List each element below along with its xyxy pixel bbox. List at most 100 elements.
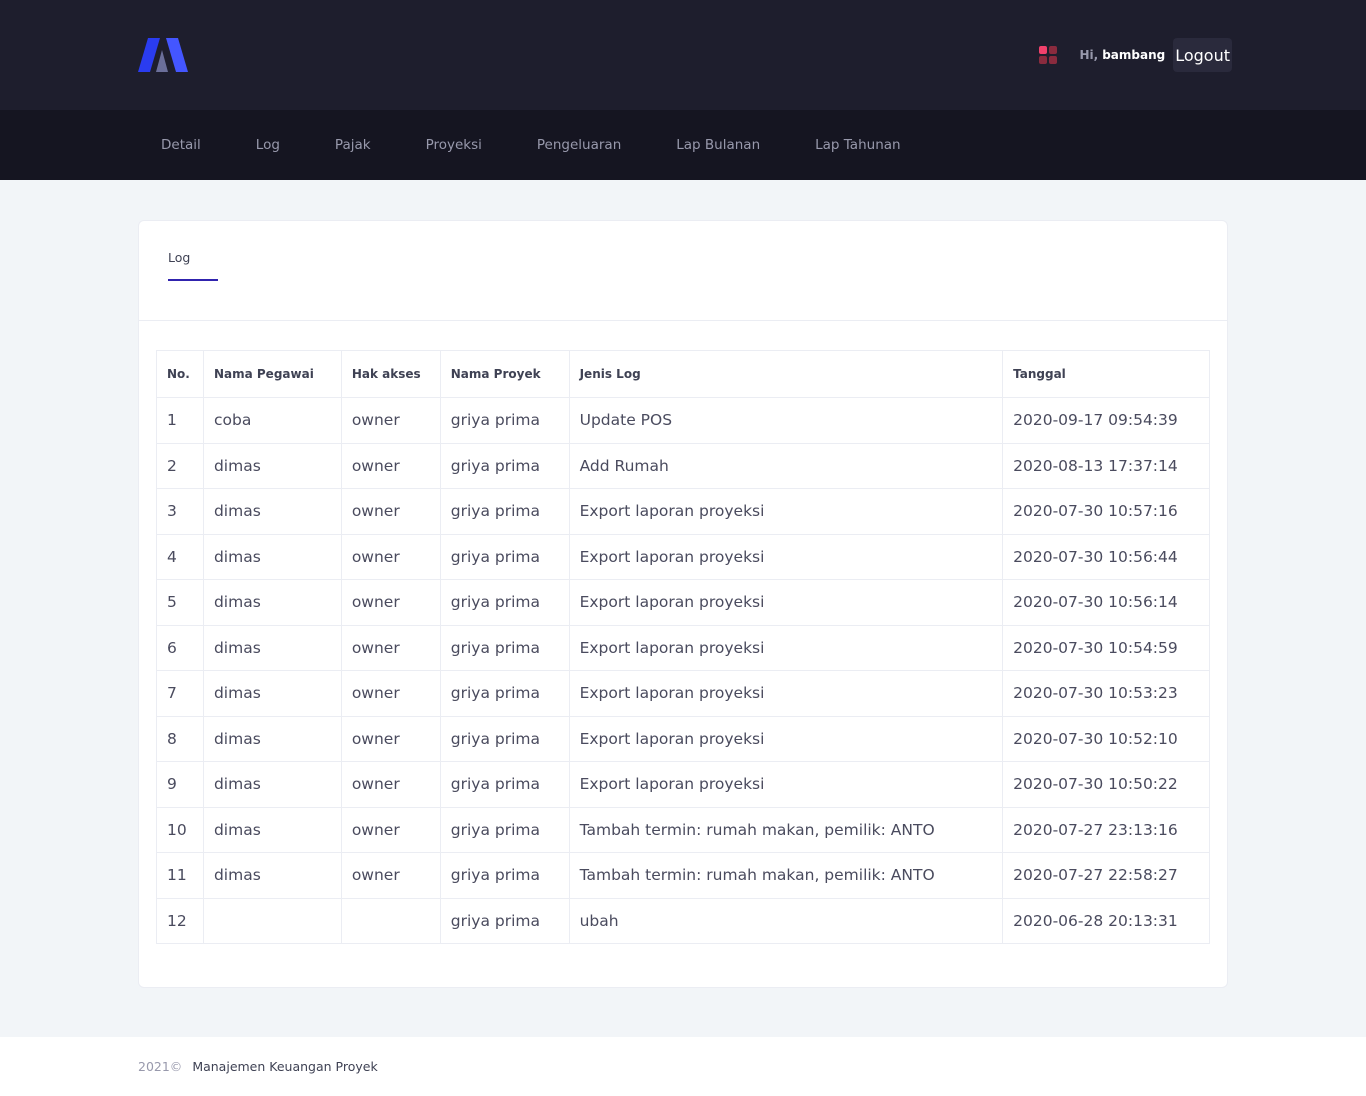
main-nav: Detail Log Pajak Proyeksi Pengeluaran La… [0,110,1366,180]
cell-hak-akses: owner [340,715,441,762]
table-header-row: No. Nama Pegawai Hak akses Nama Proyek J… [156,350,1210,398]
apps-grid-cell [1039,56,1048,64]
cell-nama-pegawai [202,897,342,944]
username-text: bambang [1102,48,1166,62]
cell-jenis-log: Add Rumah [568,442,1004,489]
nav-item-lap-tahunan[interactable]: Lap Tahunan [792,137,923,153]
log-table: No. Nama Pegawai Hak akses Nama Proyek J… [156,350,1210,944]
cell-no: 10 [156,806,204,853]
cell-hak-akses: owner [340,442,441,489]
cell-no: 1 [156,397,204,444]
cell-nama-pegawai: dimas [202,579,342,626]
cell-nama-proyek: griya prima [439,579,570,626]
table-row: 2 dimas owner griya prima Add Rumah 2020-08-1… [156,442,1210,489]
cell-tanggal: 2020-07-30 10:52:10 [1002,715,1210,762]
cell-nama-proyek: griya prima [439,806,570,853]
logo-icon[interactable] [138,38,188,72]
cell-jenis-log: Tambah termin: rumah makan, pemilik: ANT… [568,852,1004,899]
cell-nama-pegawai: coba [202,397,342,444]
cell-jenis-log: Export laporan proyeksi [568,488,1004,535]
greeting-text: Hi, [1079,48,1099,62]
cell-hak-akses: owner [340,806,441,853]
cell-nama-pegawai: dimas [202,715,342,762]
apps-grid-cell [1049,56,1058,64]
cell-jenis-log: Export laporan proyeksi [568,624,1004,671]
nav-item-detail[interactable]: Detail [138,137,224,153]
cell-jenis-log: ubah [568,897,1004,944]
top-header: Hi, bambang Logout [0,0,1366,110]
table-row: 10 dimas owner griya prima Tambah termin: ru… [156,806,1210,853]
cell-nama-proyek: griya prima [439,533,570,580]
table-row: 3 dimas owner griya prima Export laporan pro… [156,488,1210,535]
cell-hak-akses: owner [340,397,441,444]
cell-hak-akses: owner [340,761,441,808]
cell-tanggal: 2020-07-30 10:57:16 [1002,488,1210,535]
cell-jenis-log: Export laporan proyeksi [568,579,1004,626]
nav-item-pengeluaran[interactable]: Pengeluaran [514,137,644,153]
cell-tanggal: 2020-07-30 10:56:44 [1002,533,1210,580]
cell-nama-proyek: griya prima [439,624,570,671]
cell-no: 4 [156,533,204,580]
cell-jenis-log: Export laporan proyeksi [568,761,1004,808]
table-row: 5 dimas owner griya prima Export laporan pro… [156,579,1210,626]
cell-hak-akses: owner [340,670,441,717]
cell-nama-proyek: griya prima [439,761,570,808]
table-row: 12 griya prima ubah 2020-06-28 20:13:31 [156,897,1210,944]
cell-jenis-log: Tambah termin: rumah makan, pemilik: ANT… [568,806,1004,853]
cell-no: 8 [156,715,204,762]
logout-button[interactable]: Logout [1173,38,1232,72]
footer-year: 2021© [138,1059,183,1074]
card-header: Log [139,221,1227,321]
cell-no: 5 [156,579,204,626]
apps-grid-icon[interactable] [1039,46,1058,64]
cell-hak-akses: owner [340,488,441,535]
table-row: 1 coba owner griya prima Update POS 2020-09-1… [156,397,1210,444]
apps-grid-cell [1039,46,1048,54]
cell-nama-proyek: griya prima [439,715,570,762]
cell-nama-pegawai: dimas [202,488,342,535]
cell-tanggal: 2020-07-30 10:54:59 [1002,624,1210,671]
table-row: 9 dimas owner griya prima Export laporan pro… [156,761,1210,808]
cell-hak-akses [340,897,441,944]
cell-hak-akses: owner [340,533,441,580]
cell-nama-proyek: griya prima [439,488,570,535]
nav-item-lap-bulanan[interactable]: Lap Bulanan [653,137,783,153]
cell-nama-pegawai: dimas [202,442,342,489]
table-row: 11 dimas owner griya prima Tambah termin: ru… [156,852,1210,899]
nav-item-proyeksi[interactable]: Proyeksi [403,137,505,153]
column-header-hak-akses: Hak akses [340,350,441,398]
cell-tanggal: 2020-06-28 20:13:31 [1002,897,1210,944]
cell-jenis-log: Update POS [568,397,1004,444]
column-header-nama-pegawai: Nama Pegawai [202,350,342,398]
cell-tanggal: 2020-07-30 10:50:22 [1002,761,1210,808]
cell-tanggal: 2020-07-27 23:13:16 [1002,806,1210,853]
cell-tanggal: 2020-07-30 10:53:23 [1002,670,1210,717]
tab-log[interactable]: Log [168,250,190,265]
table-row: 6 dimas owner griya prima Export laporan pro… [156,624,1210,671]
cell-no: 2 [156,442,204,489]
footer: 2021© Manajemen Keuangan Proyek [0,1037,1366,1096]
cell-tanggal: 2020-07-27 22:58:27 [1002,852,1210,899]
nav-item-pajak[interactable]: Pajak [312,137,394,153]
log-card: Log No. Nama Pegawai Hak akses Nama Proy… [138,220,1228,988]
cell-nama-pegawai: dimas [202,670,342,717]
cell-nama-pegawai: dimas [202,624,342,671]
cell-no: 3 [156,488,204,535]
cell-nama-proyek: griya prima [439,852,570,899]
cell-no: 9 [156,761,204,808]
footer-app-name[interactable]: Manajemen Keuangan Proyek [192,1059,377,1074]
cell-jenis-log: Export laporan proyeksi [568,533,1004,580]
column-header-jenis-log: Jenis Log [568,350,1004,398]
nav-item-log[interactable]: Log [233,137,303,153]
apps-grid-cell [1049,46,1058,54]
cell-jenis-log: Export laporan proyeksi [568,670,1004,717]
cell-nama-pegawai: dimas [202,533,342,580]
cell-hak-akses: owner [340,852,441,899]
cell-nama-proyek: griya prima [439,897,570,944]
cell-hak-akses: owner [340,624,441,671]
cell-no: 11 [156,852,204,899]
table-row: 4 dimas owner griya prima Export laporan pro… [156,533,1210,580]
column-header-no: No. [156,350,204,398]
column-header-nama-proyek: Nama Proyek [439,350,570,398]
cell-no: 12 [156,897,204,944]
